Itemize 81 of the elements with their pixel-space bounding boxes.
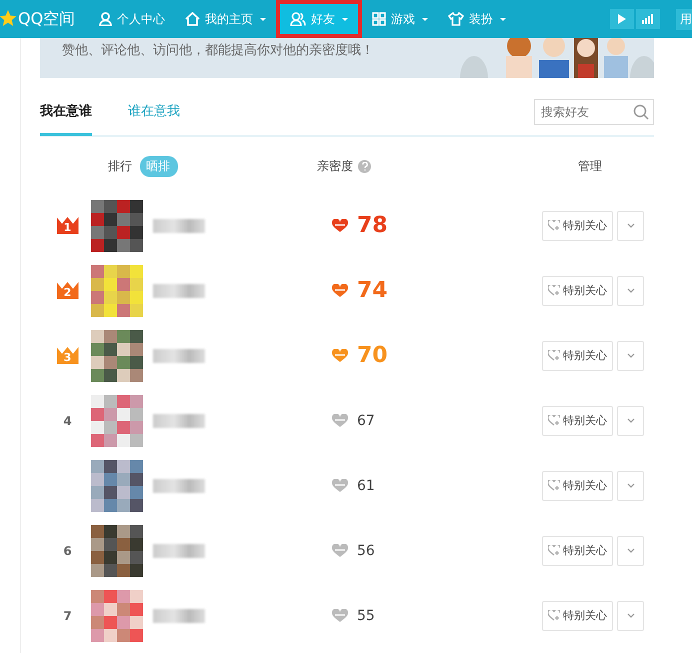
home-icon: [185, 12, 200, 26]
intimacy-score: 55: [357, 608, 375, 624]
blurred-name: [153, 218, 205, 232]
nav-tab[interactable]: 游戏: [362, 0, 438, 38]
column-header: 亲密度: [317, 158, 353, 174]
heart-icon: [332, 218, 348, 232]
intimacy-score: 70: [357, 343, 388, 368]
blurred-name: [153, 608, 205, 622]
heart-icon: [332, 414, 348, 428]
search-icon: [633, 104, 649, 120]
intimacy-score: 56: [357, 542, 375, 558]
heart-plus-icon: [548, 610, 560, 621]
rank-number: 7: [63, 608, 72, 622]
nav-tab[interactable]: 我的主页: [175, 0, 276, 38]
blurred-name: [153, 414, 205, 428]
dropdown-button[interactable]: [617, 600, 644, 630]
blurred-name: [153, 284, 205, 298]
special-care-button[interactable]: 特别关心: [542, 340, 613, 370]
banner-text: 赞他、评论他、访问他，都能提高你对他的亲密度哦！: [61, 42, 375, 59]
rank-number: 6: [63, 544, 72, 558]
chevron-down-icon: [626, 353, 634, 358]
app-logo[interactable]: QQ空间: [18, 8, 76, 30]
dropdown-button[interactable]: [617, 470, 644, 500]
heart-plus-icon: [548, 545, 560, 556]
tab[interactable]: 谁在意我: [128, 89, 180, 136]
dropdown-button[interactable]: [617, 340, 644, 370]
intimacy-score: 67: [357, 412, 375, 428]
column-header: 排行: [108, 158, 132, 174]
intimacy-score: 74: [357, 278, 388, 303]
intimacy-score: 78: [357, 213, 388, 238]
heart-icon: [332, 608, 348, 622]
play-button[interactable]: [610, 9, 634, 29]
nav-tab[interactable]: 装扮: [438, 0, 516, 38]
grid-icon: [372, 12, 386, 26]
nav-tab[interactable]: 个人中心: [89, 0, 176, 38]
nav-tab[interactable]: 好友: [276, 0, 362, 38]
special-care-button[interactable]: 特别关心: [542, 276, 613, 306]
heart-plus-icon: [548, 480, 560, 491]
chevron-down-icon: [626, 223, 634, 228]
heart-plus-icon: [548, 285, 560, 296]
blurred-name: [153, 544, 205, 558]
user-link[interactable]: 用: [676, 8, 692, 30]
chevron-down-icon: [626, 483, 634, 488]
column-header: 管理: [578, 158, 602, 174]
share-toggle[interactable]: 晒排: [140, 156, 178, 176]
play-icon: [618, 14, 626, 24]
special-care-button[interactable]: 特别关心: [542, 470, 613, 500]
help-icon[interactable]: [358, 160, 371, 172]
heart-icon: [332, 348, 348, 362]
heart-plus-icon: [548, 350, 560, 361]
rank-badge: 1: [56, 217, 78, 234]
heart-icon: [332, 544, 348, 558]
heart-plus-icon: [548, 220, 560, 231]
rank-badge: 2: [56, 282, 78, 299]
special-care-button[interactable]: 特别关心: [542, 210, 613, 240]
dropdown-button[interactable]: [617, 406, 644, 436]
special-care-button[interactable]: 特别关心: [542, 406, 613, 436]
intimacy-score: 61: [357, 478, 375, 494]
dropdown-button[interactable]: [617, 210, 644, 240]
blurred-name: [153, 478, 205, 492]
heart-icon: [332, 284, 348, 298]
heart-icon: [332, 478, 348, 492]
dropdown-button[interactable]: [617, 276, 644, 306]
special-care-button[interactable]: 特别关心: [542, 536, 613, 566]
chevron-down-icon: [626, 613, 634, 618]
chevron-down-icon: [626, 418, 634, 423]
shirt-icon: [448, 12, 464, 26]
rank-number: 4: [63, 414, 72, 428]
blurred-name: [153, 348, 205, 362]
search-field[interactable]: 搜索好友: [534, 98, 654, 124]
heart-plus-icon: [548, 415, 560, 426]
rank-badge: 3: [56, 347, 78, 364]
chevron-down-icon: [626, 548, 634, 553]
special-care-button[interactable]: 特别关心: [542, 600, 613, 630]
people-icon: [290, 12, 306, 26]
bar-chart-icon: [642, 14, 654, 24]
tab[interactable]: 我在意谁: [40, 89, 92, 136]
dropdown-button[interactable]: [617, 536, 644, 566]
chart-button[interactable]: [636, 9, 660, 29]
chevron-down-icon: [626, 288, 634, 293]
person-icon: [99, 12, 112, 26]
